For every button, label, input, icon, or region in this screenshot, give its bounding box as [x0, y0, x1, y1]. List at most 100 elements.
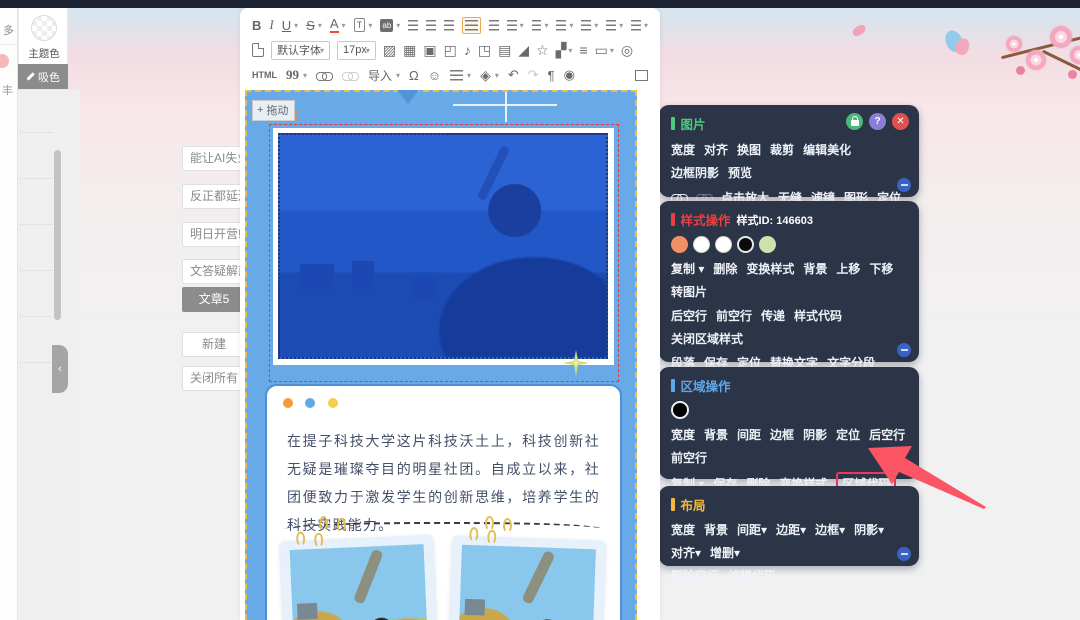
- panel-action[interactable]: 宽度: [671, 426, 695, 443]
- lock-button[interactable]: [846, 113, 863, 130]
- emoji-button[interactable]: ☺: [428, 68, 441, 83]
- panel-action[interactable]: 裁剪: [770, 141, 794, 158]
- line-height-icon[interactable]: [581, 19, 592, 31]
- html-source-button[interactable]: HTML: [252, 70, 277, 80]
- panel-action[interactable]: 传递: [761, 307, 785, 324]
- help-button[interactable]: ?: [869, 113, 886, 130]
- panel-action[interactable]: 增删▾: [710, 544, 740, 561]
- caret-icon[interactable]: ▾: [520, 21, 524, 30]
- swatch-orange[interactable]: [671, 236, 688, 253]
- article-tab[interactable]: 文答疑解惑: [182, 259, 246, 284]
- underline-button[interactable]: U: [282, 18, 291, 33]
- panel-action[interactable]: 对齐: [704, 141, 728, 158]
- panel-action[interactable]: 删除: [713, 260, 737, 277]
- panel-action[interactable]: 对齐▾: [671, 544, 701, 561]
- eraser-icon[interactable]: ◢: [518, 43, 529, 57]
- caret-icon[interactable]: ▾: [318, 21, 322, 30]
- panel-action[interactable]: 背景: [704, 426, 728, 443]
- caret-icon[interactable]: ▾: [368, 21, 372, 30]
- caret-icon[interactable]: ▾: [594, 21, 598, 30]
- region-color-swatch[interactable]: [671, 401, 689, 419]
- article-region-selected[interactable]: + 拖动 “ 在提子科技大学这片科技沃土上，科技创新社无疑是璀璨夺目的明星社团。…: [245, 90, 637, 620]
- align-center-icon[interactable]: [426, 19, 437, 31]
- new-article-button[interactable]: 新建: [182, 332, 246, 357]
- eyedropper-button[interactable]: 吸色: [18, 64, 68, 89]
- panel-action[interactable]: 前空行: [716, 307, 752, 324]
- panel-action[interactable]: 间距▾: [737, 521, 767, 538]
- swatch-black[interactable]: [737, 236, 754, 253]
- caret-icon[interactable]: ▾: [544, 21, 548, 30]
- panel-action[interactable]: 后空行: [671, 307, 707, 324]
- style-selection-outline[interactable]: [269, 124, 619, 382]
- text-box-button[interactable]: T: [353, 18, 366, 32]
- polaroid-photo[interactable]: [280, 531, 438, 620]
- close-button[interactable]: ✕: [892, 113, 909, 130]
- polaroid-photo[interactable]: [448, 526, 606, 620]
- music-icon[interactable]: ♪: [464, 43, 471, 57]
- indent-icon[interactable]: [488, 19, 499, 31]
- text-direction-icon[interactable]: [631, 19, 641, 31]
- video-icon[interactable]: ◳: [478, 43, 491, 57]
- collapse-panel-button[interactable]: [897, 547, 911, 561]
- italic-button[interactable]: I: [269, 17, 273, 33]
- collapse-sidebar-tab[interactable]: ‹: [52, 345, 68, 393]
- content-card[interactable]: 在提子科技大学这片科技沃土上，科技创新社无疑是璀璨夺目的明星社团。自成立以来，社…: [265, 384, 622, 620]
- collapse-panel-button[interactable]: [897, 178, 911, 192]
- theme-color-swatch[interactable]: [31, 15, 57, 41]
- magic-wand-icon[interactable]: ▞: [556, 43, 567, 57]
- search-icon[interactable]: ◎: [621, 43, 633, 57]
- panel-action[interactable]: 宽度: [671, 141, 695, 158]
- distribute-icon[interactable]: [556, 19, 567, 31]
- redo-icon[interactable]: ↷: [528, 67, 539, 83]
- caret-icon[interactable]: ▾: [569, 21, 573, 30]
- import-button[interactable]: 导入: [368, 67, 392, 84]
- panel-action[interactable]: 上移: [836, 260, 860, 277]
- favorite-icon[interactable]: ☆: [536, 43, 549, 57]
- article-tab[interactable]: 反正都延迟: [182, 184, 246, 209]
- drag-handle[interactable]: + 拖动: [252, 100, 296, 121]
- panel-action[interactable]: 背景: [704, 521, 728, 538]
- article-tab[interactable]: 能让AI失业: [182, 146, 246, 171]
- panel-action[interactable]: 样式代码: [794, 307, 842, 324]
- caret-icon[interactable]: ▾: [644, 21, 648, 30]
- image-icon[interactable]: ▣: [423, 43, 436, 57]
- undo-icon[interactable]: ↶: [508, 67, 519, 83]
- article-tab-active[interactable]: 文章5: [182, 287, 246, 312]
- ordered-list-icon[interactable]: [606, 19, 617, 31]
- print-icon[interactable]: ▤: [498, 43, 511, 57]
- strikethrough-button[interactable]: S: [306, 18, 315, 33]
- panel-action[interactable]: 间距: [737, 426, 761, 443]
- hanging-indent-icon[interactable]: [506, 19, 517, 31]
- blockquote-button[interactable]: 99: [286, 67, 299, 83]
- panel-action[interactable]: 编辑代码: [728, 567, 776, 584]
- editor-canvas[interactable]: + 拖动 “ 在提子科技大学这片科技沃土上，科技创新社无疑是璀璨夺目的明星社团。…: [240, 86, 660, 620]
- caret-icon[interactable]: ▾: [619, 21, 623, 30]
- panel-action[interactable]: 边框阴影: [671, 164, 719, 181]
- swatch-white[interactable]: [715, 236, 732, 253]
- scrollbar[interactable]: [54, 150, 61, 320]
- table-icon[interactable]: ▦: [403, 43, 416, 57]
- fullscreen-icon[interactable]: [635, 69, 648, 81]
- clear-format-icon[interactable]: ▨: [383, 43, 396, 57]
- panel-action[interactable]: 边距▾: [776, 521, 806, 538]
- font-color-button[interactable]: A: [329, 17, 339, 33]
- unlink-icon[interactable]: [342, 70, 360, 81]
- caret-icon[interactable]: ▾: [610, 46, 614, 55]
- checklist-icon[interactable]: ≡: [579, 43, 587, 57]
- align-justify-icon-active[interactable]: [461, 16, 481, 34]
- panel-action[interactable]: 前空行: [671, 449, 707, 466]
- location-icon[interactable]: ◉: [564, 67, 575, 83]
- caret-icon[interactable]: ▾: [342, 21, 346, 30]
- caret-icon[interactable]: ▾: [396, 71, 400, 80]
- list-icon[interactable]: [450, 69, 464, 81]
- align-right-icon[interactable]: [444, 19, 454, 31]
- link-icon[interactable]: [316, 70, 334, 81]
- font-size-select[interactable]: 17px ▾: [337, 40, 376, 60]
- stamp-icon[interactable]: ◈: [480, 68, 491, 82]
- panel-action[interactable]: 转图片: [671, 283, 707, 300]
- panel-action[interactable]: 变换样式: [746, 260, 794, 277]
- caret-icon[interactable]: ▾: [495, 71, 499, 80]
- panel-action[interactable]: 预览: [728, 164, 752, 181]
- paragraph-spacing-icon[interactable]: [531, 19, 542, 31]
- panel-action[interactable]: 换图: [737, 141, 761, 158]
